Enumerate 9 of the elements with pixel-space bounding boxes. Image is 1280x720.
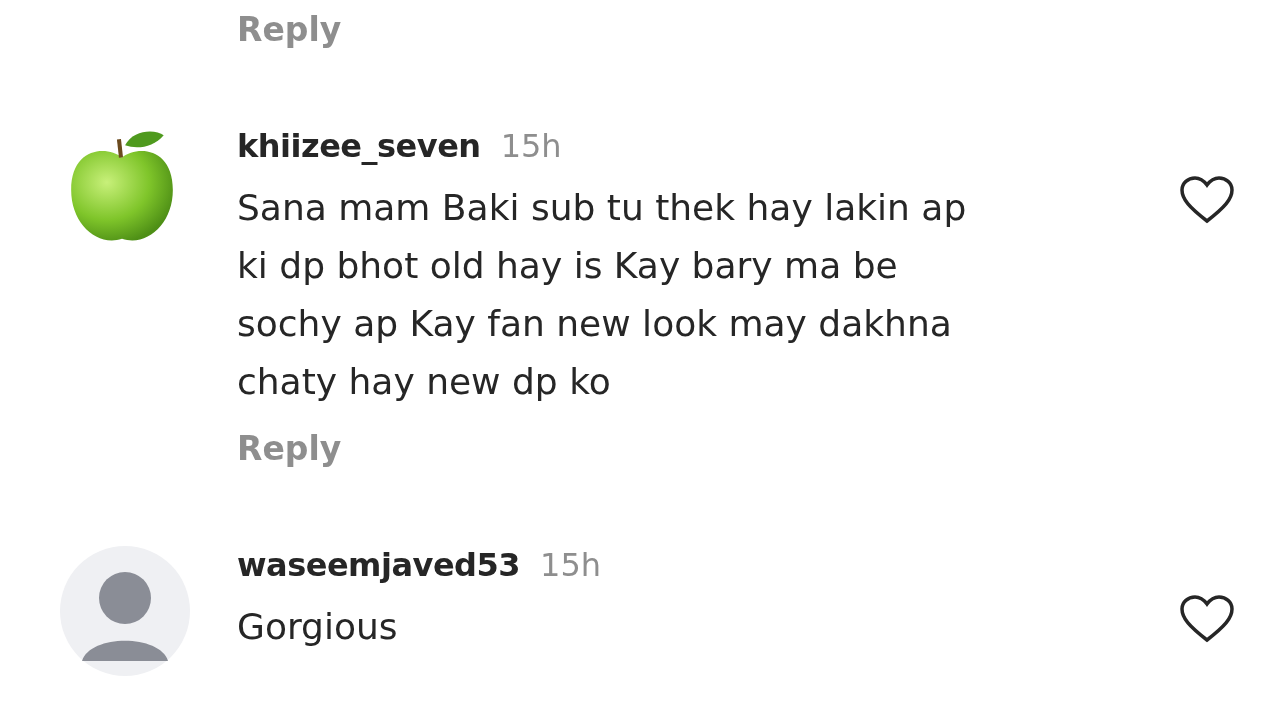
heart-icon[interactable] [1179,175,1235,225]
username[interactable]: khiizee_seven [237,127,481,165]
timestamp: 15h [540,546,601,584]
username[interactable]: waseemjaved53 [237,546,520,584]
comment-text: Sana mam Baki sub tu thek hay lakin ap ki dp bhot old hay is Kay bary ma be sochy ap Kay fan new look may dakhna chaty hay new dp ko [237,186,968,404]
avatar-icon [60,546,190,676]
heart-icon[interactable] [1179,594,1235,644]
comment-text: Gorgious [237,605,399,649]
timestamp: 15h [500,127,562,165]
